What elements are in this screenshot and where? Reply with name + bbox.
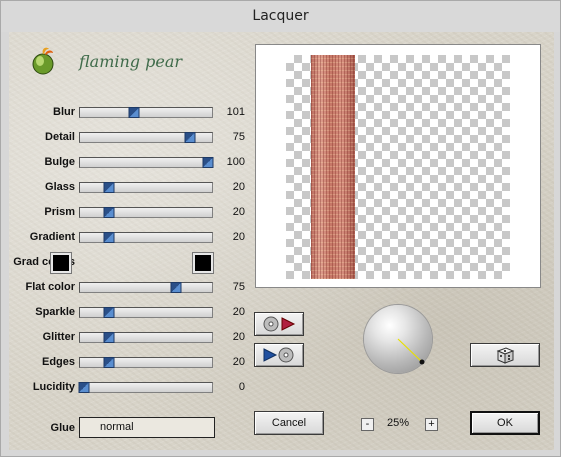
grad-color-a-swatch[interactable]	[50, 252, 72, 274]
glue-mode-select[interactable]: normal	[79, 417, 215, 438]
glass-value: 20	[232, 181, 245, 193]
sparkle-slider-thumb[interactable]	[103, 307, 115, 318]
window-title: Lacquer	[1, 1, 560, 32]
dice-icon	[496, 347, 515, 364]
glass-slider[interactable]	[79, 182, 213, 193]
ok-button[interactable]: OK	[470, 411, 540, 435]
glass-label: Glass	[45, 181, 75, 193]
detail-label: Detail	[45, 131, 75, 143]
lucidity-slider-thumb[interactable]	[78, 382, 90, 393]
edges-label: Edges	[41, 356, 75, 368]
dialog-client-area: flaming pear Blur 101 Detail 75 Bulge 100 Glas…	[9, 32, 554, 450]
gradient-label: Gradient	[29, 231, 75, 243]
brand-name: flaming pear	[79, 52, 183, 71]
prism-label: Prism	[44, 206, 75, 218]
save-preset-icon	[263, 347, 294, 363]
edges-value: 20	[232, 356, 245, 368]
glitter-slider-thumb[interactable]	[103, 332, 115, 343]
sparkle-slider[interactable]	[79, 307, 213, 318]
flaming-pear-logo-icon	[32, 47, 54, 75]
sparkle-label: Sparkle	[35, 306, 75, 318]
preview-image	[311, 55, 355, 279]
light-sphere-icon	[397, 338, 425, 365]
zoom-level: 25%	[387, 417, 410, 429]
detail-slider-thumb[interactable]	[184, 132, 196, 143]
prism-slider[interactable]	[79, 207, 213, 218]
flat-color-value: 75	[232, 281, 245, 293]
bulge-slider-thumb[interactable]	[202, 157, 214, 168]
zoom-in-button[interactable]: +	[425, 418, 438, 431]
bulge-slider[interactable]	[79, 157, 214, 168]
prism-slider-thumb[interactable]	[103, 207, 115, 218]
gradient-value: 20	[232, 231, 245, 243]
blur-slider-thumb[interactable]	[128, 107, 140, 118]
load-preset-button[interactable]	[254, 312, 304, 336]
lucidity-slider[interactable]	[78, 382, 213, 393]
zoom-out-button[interactable]: -	[361, 418, 374, 431]
flat-color-slider[interactable]	[79, 282, 213, 293]
edges-slider[interactable]	[79, 357, 213, 368]
bulge-label: Bulge	[44, 156, 75, 168]
glitter-label: Glitter	[42, 331, 75, 343]
glass-slider-thumb[interactable]	[103, 182, 115, 193]
bulge-value: 100	[226, 156, 245, 168]
blur-slider[interactable]	[79, 107, 213, 118]
glitter-value: 20	[232, 331, 245, 343]
prism-value: 20	[232, 206, 245, 218]
cancel-button[interactable]: Cancel	[254, 411, 324, 435]
edges-slider-thumb[interactable]	[103, 357, 115, 368]
glue-label: Glue	[50, 422, 75, 434]
detail-slider[interactable]	[79, 132, 213, 143]
light-direction-sphere[interactable]	[364, 305, 432, 373]
lucidity-value: 0	[238, 381, 245, 393]
lucidity-label: Lucidity	[32, 381, 75, 393]
flat-color-label: Flat color	[25, 281, 75, 293]
sparkle-value: 20	[232, 306, 245, 318]
blur-label: Blur	[53, 106, 75, 118]
grad-color-b-swatch[interactable]	[192, 252, 214, 274]
save-preset-button[interactable]	[254, 343, 304, 367]
flat-color-slider-thumb[interactable]	[170, 282, 182, 293]
glitter-slider[interactable]	[79, 332, 213, 343]
preview-pane[interactable]	[255, 44, 541, 288]
gradient-slider[interactable]	[79, 232, 213, 243]
lacquer-dialog: Lacquer flaming pear Blur 101 Detail 75 Bulg…	[0, 0, 561, 457]
randomize-button[interactable]	[470, 343, 540, 367]
load-preset-icon	[263, 316, 296, 332]
blur-value: 101	[226, 106, 245, 118]
detail-value: 75	[232, 131, 245, 143]
gradient-slider-thumb[interactable]	[103, 232, 115, 243]
